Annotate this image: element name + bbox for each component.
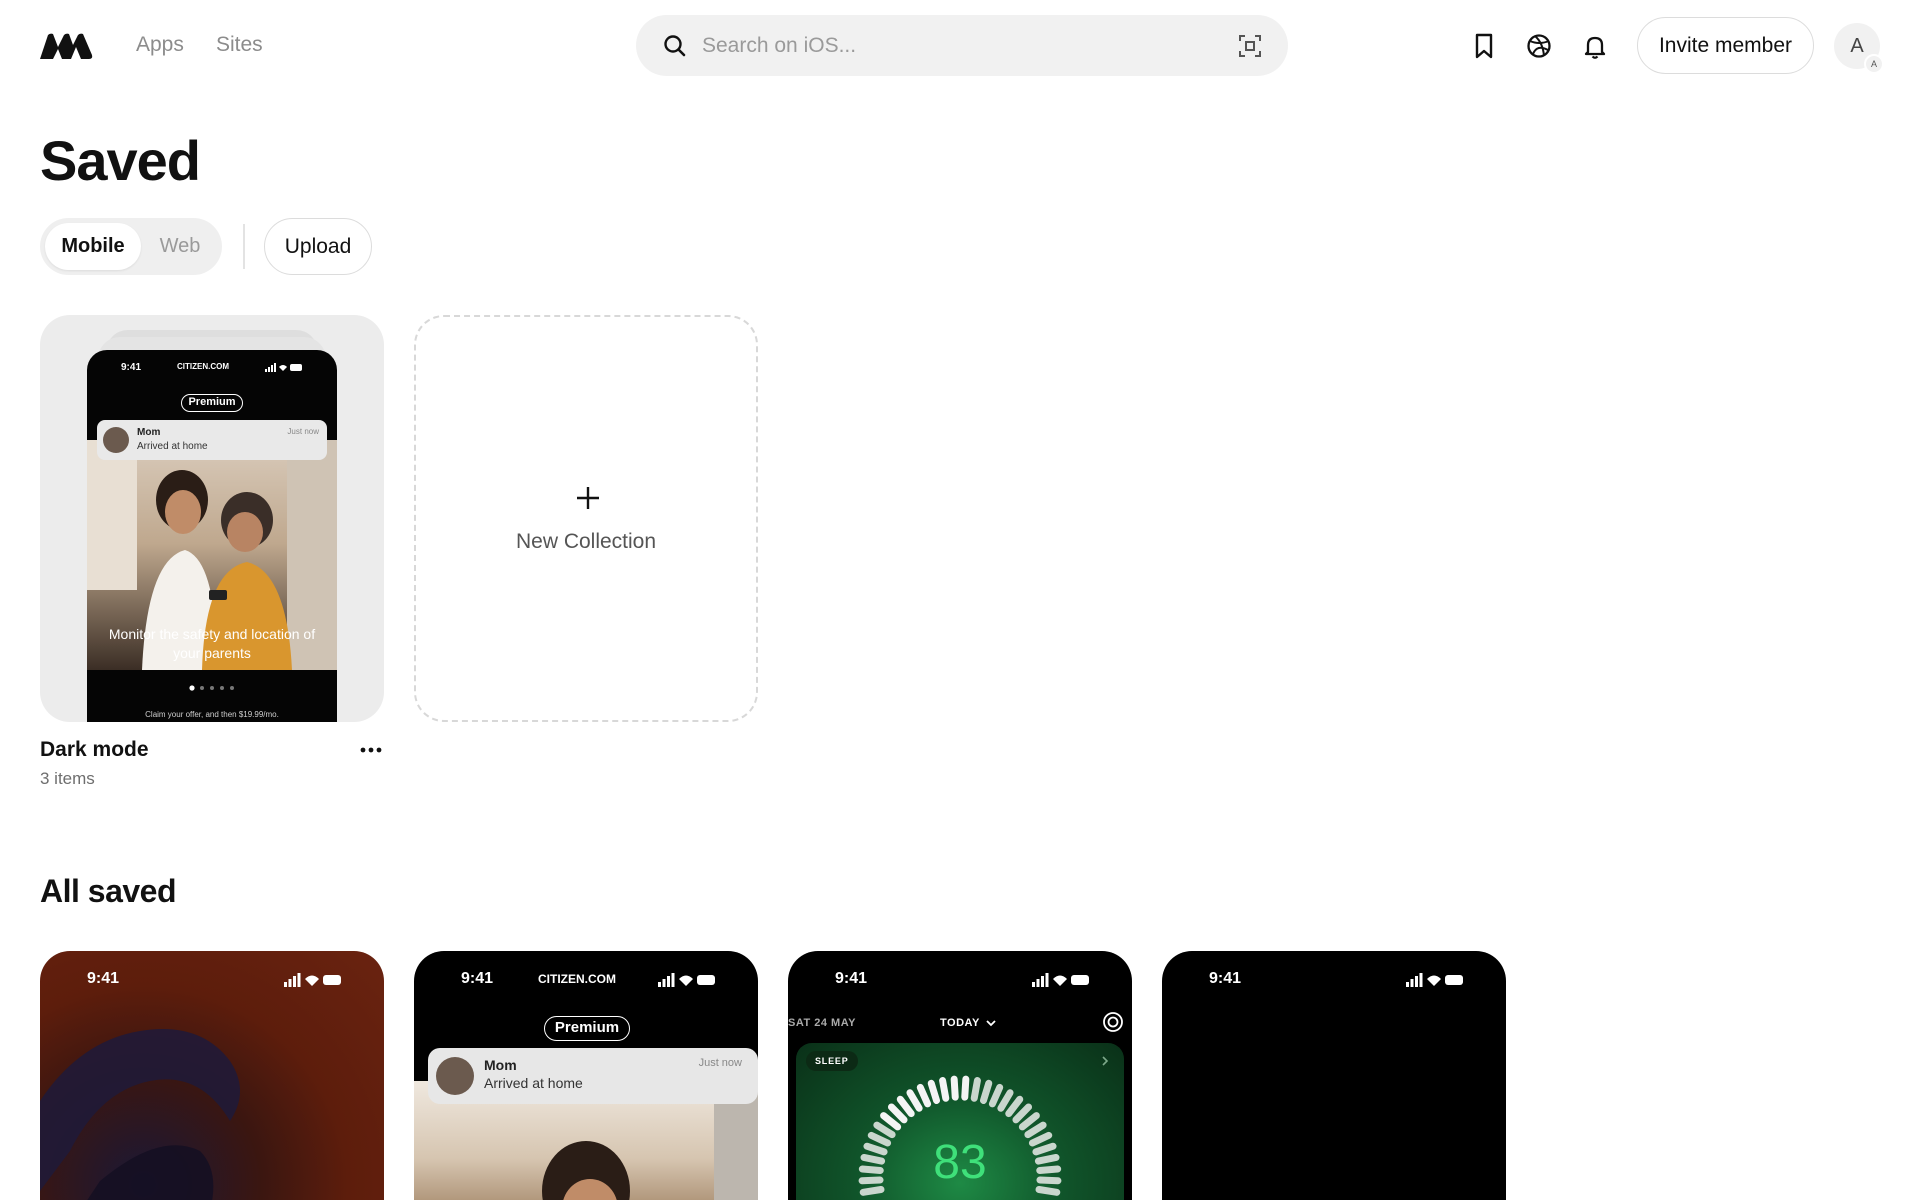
- divider: [243, 224, 245, 269]
- search-input[interactable]: [702, 25, 1202, 66]
- new-collection-button[interactable]: New Collection: [414, 315, 758, 722]
- gauge-tick: [1005, 1095, 1024, 1118]
- status-bar: 9:41 CITIZEN.COM: [87, 360, 337, 376]
- gauge-tick: [950, 1075, 959, 1101]
- premium-badge: Premium: [181, 394, 243, 412]
- sleep-score: 83: [933, 1136, 987, 1189]
- signal-wifi-battery-icon: [1406, 973, 1463, 987]
- notification-sender: Mom: [137, 427, 161, 438]
- collection-count: 3 items: [40, 769, 95, 788]
- status-time: 9:41: [835, 970, 868, 987]
- gauge-tick: [979, 1079, 993, 1105]
- gauge-tick: [988, 1083, 1004, 1108]
- chevron-right-icon: [1102, 1056, 1109, 1066]
- notification-card: Mom Arrived at home Just now: [428, 1048, 758, 1104]
- status-bar: 9:41: [1162, 970, 1506, 990]
- search-bar[interactable]: [636, 15, 1288, 76]
- gauge-tick: [906, 1089, 923, 1112]
- premium-badge: Premium: [544, 1016, 630, 1041]
- status-time: 9:41: [461, 970, 494, 987]
- top-bar: Apps Sites Invite member A A: [0, 0, 1920, 92]
- bell-icon[interactable]: [1580, 31, 1610, 61]
- status-bar: 9:41: [788, 970, 1132, 990]
- saved-screen-card[interactable]: 9:41 SAT 24 MAY TODAY SLEEP 83: [788, 951, 1132, 1200]
- gauge-tick: [939, 1077, 950, 1102]
- status-bar: 9:41 CITIZEN.COM: [414, 970, 758, 990]
- target-icon: [1103, 1012, 1123, 1032]
- screenshot-search-icon[interactable]: [1237, 33, 1263, 59]
- status-url: CITIZEN.COM: [177, 362, 229, 371]
- status-url: CITIZEN.COM: [538, 972, 616, 986]
- invite-member-button[interactable]: Invite member: [1637, 17, 1814, 74]
- notification-message: Arrived at home: [137, 441, 208, 452]
- signal-wifi-battery-icon: [1032, 973, 1089, 987]
- section-title-all-saved: All saved: [40, 873, 177, 909]
- signal-wifi-battery-icon: [265, 363, 302, 372]
- notification-time: Just now: [698, 1057, 742, 1069]
- mobbin-logo[interactable]: [40, 33, 96, 59]
- collection-preview-screen: 9:41 CITIZEN.COM Premium Mom Arrived at …: [87, 350, 337, 722]
- sleep-score-panel: SLEEP 83: [796, 1043, 1124, 1200]
- avatar-badge: A: [1864, 54, 1884, 74]
- upload-button[interactable]: Upload: [264, 218, 372, 275]
- status-time: 9:41: [1209, 970, 1242, 987]
- saved-screen-card[interactable]: 9:41 CITIZEN.COM Premium Mom Arrived at …: [414, 951, 758, 1200]
- notification-card: Mom Arrived at home Just now: [97, 420, 327, 460]
- status-time: 9:41: [121, 362, 142, 373]
- page-title: Saved: [40, 129, 201, 192]
- sleep-date: SAT 24 MAY: [788, 1017, 856, 1029]
- dribbble-globe-icon[interactable]: [1524, 31, 1554, 61]
- chevron-down-icon: [986, 1020, 996, 1027]
- gauge-tick: [887, 1103, 908, 1124]
- gauge-tick: [961, 1075, 970, 1101]
- collection-name[interactable]: Dark mode: [40, 738, 149, 762]
- gauge-tick: [880, 1112, 902, 1131]
- gauge-tick: [997, 1089, 1014, 1112]
- gauge-tick: [1018, 1112, 1040, 1131]
- gauge-tick: [1012, 1103, 1033, 1124]
- search-icon: [664, 35, 686, 57]
- notification-sender: Mom: [484, 1057, 517, 1073]
- plus-icon: [577, 487, 599, 509]
- bookmark-icon[interactable]: [1469, 31, 1499, 61]
- screen-artwork: [40, 1029, 240, 1200]
- nav-apps-link[interactable]: Apps: [136, 33, 184, 57]
- gauge-tick: [927, 1079, 941, 1105]
- notification-message: Arrived at home: [484, 1075, 583, 1091]
- notification-time: Just now: [287, 427, 319, 436]
- gauge-tick: [970, 1077, 981, 1102]
- gauge-tick: [873, 1121, 896, 1139]
- more-options-icon[interactable]: [358, 738, 384, 762]
- gauge-tick: [916, 1083, 932, 1108]
- gauge-tick: [1024, 1121, 1047, 1139]
- gauge-tick: [896, 1095, 915, 1118]
- tab-mobile[interactable]: Mobile: [45, 223, 141, 270]
- nav-sites-link[interactable]: Sites: [216, 33, 263, 57]
- new-collection-label: New Collection: [515, 530, 657, 553]
- signal-wifi-battery-icon: [658, 973, 715, 987]
- tab-web[interactable]: Web: [144, 223, 216, 270]
- saved-screen-card[interactable]: 9:41: [40, 951, 384, 1200]
- saved-screen-card[interactable]: 9:41: [1162, 951, 1506, 1200]
- preview-caption: Monitor the safety and location of your …: [108, 626, 316, 661]
- page-dots: [189, 685, 234, 691]
- avatar: [436, 1057, 474, 1095]
- avatar: [103, 427, 129, 453]
- preview-footer: Claim your offer, and then $19.99/mo.: [145, 710, 279, 719]
- platform-toggle: Mobile Web: [40, 218, 222, 275]
- collection-card[interactable]: 9:41 CITIZEN.COM Premium Mom Arrived at …: [40, 315, 384, 722]
- date-range-selector: TODAY: [940, 1017, 980, 1029]
